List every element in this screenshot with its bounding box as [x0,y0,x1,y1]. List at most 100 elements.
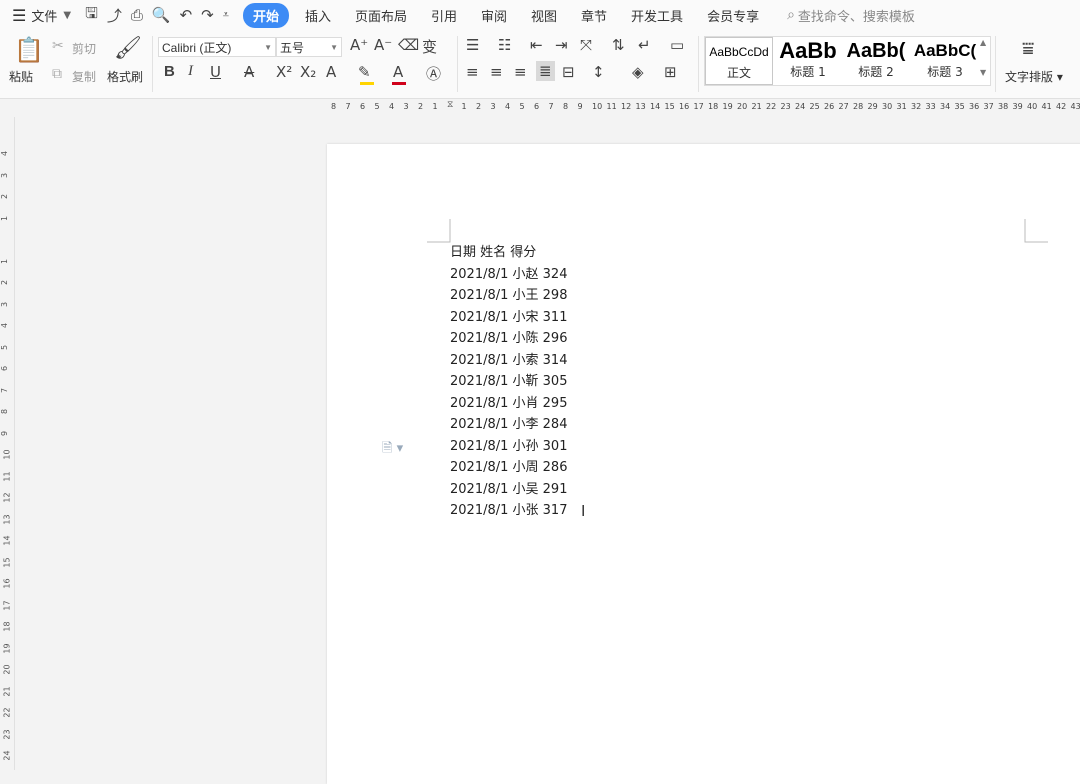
tab-5[interactable]: 视图 [531,3,557,28]
command-search[interactable]: ⌕ 查找命令、搜索模板 [787,6,915,25]
styles-more-icon[interactable]: ▼ [980,68,986,77]
style-3[interactable]: AaBbC(标题 3 [911,37,979,85]
ruler-tick-label: 2 [476,102,481,111]
chinese-layout-icon[interactable]: ⤧ [580,36,592,54]
style-name: 标题 3 [911,63,979,80]
data-line[interactable]: 2021/8/1 小索 314 [450,350,567,372]
paragraph-layout-icon[interactable]: 🗎 ▾ [382,439,403,461]
ruler-tick-label: 41 [1042,102,1052,111]
paste-icon[interactable]: 📋 [14,36,44,64]
data-line[interactable]: 2021/8/1 小陈 296 [450,328,567,350]
paste-button[interactable]: 粘贴 [9,68,33,85]
data-line[interactable]: 2021/8/1 小赵 324 [450,264,567,286]
font-size-select[interactable]: 五号▼ [276,37,342,57]
phonetic-guide-icon[interactable]: 变 [422,36,437,57]
data-line[interactable]: 2021/8/1 小王 298 [450,285,567,307]
tab-4[interactable]: 审阅 [481,3,507,28]
file-menu[interactable]: ☰ 文件 ▼ [12,6,71,25]
justify-icon[interactable]: ≣ [536,61,555,81]
tab-2[interactable]: 页面布局 [355,3,407,28]
style-2[interactable]: AaBb(标题 2 [843,37,909,85]
copy-button[interactable]: 复制 [72,68,96,85]
text-layout-icon[interactable]: ⩸ [1022,36,1034,60]
underline-icon[interactable]: U [210,63,221,81]
font-color-icon[interactable]: A [393,63,403,81]
menu-lines-icon: ☰ [12,6,26,25]
vertical-ruler[interactable]: 4321123456789101112131415161718192021222… [0,117,15,770]
data-line[interactable]: 2021/8/1 小周 286 [450,457,567,479]
character-border-icon[interactable]: Ⓐ [426,63,441,84]
tab-8[interactable]: 会员专享 [707,3,759,28]
data-line[interactable]: 2021/8/1 小肖 295 [450,393,567,415]
text-layout-button[interactable]: 文字排版 ▾ [1005,68,1063,85]
shading-icon[interactable]: ◈ [632,63,644,81]
document-page[interactable]: 日期 姓名 得分2021/8/1 小赵 3242021/8/1 小王 29820… [327,144,1080,784]
ribbon-home: 📋 粘贴 ✂ 剪切 ⧉ 复制 🖌 格式刷 Calibri (正文)▼ 五号▼ A… [0,30,1080,99]
borders-icon[interactable]: ⊞ [664,63,677,81]
bullets-icon[interactable]: ☰ [466,36,479,54]
data-line[interactable]: 2021/8/1 小孙 301 [450,436,567,458]
tab-1[interactable]: 插入 [305,3,331,28]
ruler-tick-label: 21 [752,102,762,111]
file-menu-label: 文件 [31,6,57,25]
ruler-tick-label: 20 [737,102,747,111]
data-line[interactable]: 2021/8/1 小李 284 [450,414,567,436]
styles-scroll-up-icon[interactable]: ▲ [980,38,986,47]
undo-icon[interactable]: ↶ [180,6,193,24]
data-line[interactable]: 2021/8/1 小吴 291 [450,479,567,501]
ruler-tick-label: 27 [839,102,849,111]
ruler-tick-label: 3 [0,301,9,306]
cut-button[interactable]: 剪切 [72,40,96,57]
ruler-tick-label: 1 [433,102,438,111]
show-marks-icon[interactable]: ↵ [638,36,651,54]
numbering-icon[interactable]: ☷ [498,36,511,54]
data-line[interactable]: 2021/8/1 小宋 311 [450,307,567,329]
tab-ruler-icon[interactable]: ▭ [670,36,684,54]
align-right-icon[interactable]: ≡ [514,63,527,81]
data-line[interactable]: 2021/8/1 小张 317 [450,500,567,522]
save-icon[interactable]: 🖫 [85,3,98,28]
subscript-icon[interactable]: X₂ [300,63,316,81]
redo-icon[interactable]: ↷ [201,6,214,24]
print-icon[interactable]: ⎙ [131,6,143,24]
increase-indent-icon[interactable]: ⇥ [555,36,568,54]
decrease-indent-icon[interactable]: ⇤ [530,36,543,54]
print-preview-icon[interactable]: 🔍 [152,6,171,24]
tab-3[interactable]: 引用 [431,3,457,28]
bold-icon[interactable]: B [164,63,175,80]
tab-6[interactable]: 章节 [581,3,607,28]
italic-icon[interactable]: I [188,63,193,80]
ruler-tick-label: 15 [3,557,12,567]
grow-font-icon[interactable]: A⁺ [350,36,368,54]
output-pdf-icon[interactable]: ⤴ [107,5,122,26]
horizontal-ruler[interactable]: 8765432112345678910111213141516171819202… [0,99,1080,117]
data-line[interactable]: 2021/8/1 小靳 305 [450,371,567,393]
clear-format-icon[interactable]: ⌫ [398,36,419,54]
text-effect-icon[interactable]: A [326,63,336,81]
customize-icon[interactable]: ⩡ [223,8,229,22]
font-size-value: 五号 [280,39,304,56]
style-name: 标题 2 [843,63,909,80]
document-body[interactable]: 日期 姓名 得分2021/8/1 小赵 3242021/8/1 小王 29820… [450,242,567,522]
format-painter-button[interactable]: 格式刷 [107,68,143,85]
cut-icon: ✂ [52,38,64,54]
tab-0[interactable]: 开始 [243,3,289,28]
ruler-tick-label: 7 [346,102,351,111]
strikethrough-icon[interactable]: A [244,63,254,81]
format-painter-icon[interactable]: 🖌 [114,36,142,61]
align-left-icon[interactable]: ≡ [466,63,479,81]
sort-icon[interactable]: ⇅ [612,36,625,54]
superscript-icon[interactable]: X² [276,63,292,81]
tab-7[interactable]: 开发工具 [631,3,683,28]
distributed-icon[interactable]: ⊟ [562,63,575,81]
indent-marker-icon[interactable]: ⧖ [447,100,453,110]
shrink-font-icon[interactable]: A⁻ [374,36,392,54]
style-0[interactable]: AaBbCcDd正文 [705,37,773,85]
ruler-tick-label: 5 [0,344,9,349]
align-center-icon[interactable]: ≡ [490,63,503,81]
line-spacing-icon[interactable]: ↕ [592,63,605,81]
table-header-line[interactable]: 日期 姓名 得分 [450,242,567,264]
highlight-icon[interactable]: ✎ [358,63,371,81]
font-name-select[interactable]: Calibri (正文)▼ [158,37,276,57]
style-1[interactable]: AaBb标题 1 [775,37,841,85]
